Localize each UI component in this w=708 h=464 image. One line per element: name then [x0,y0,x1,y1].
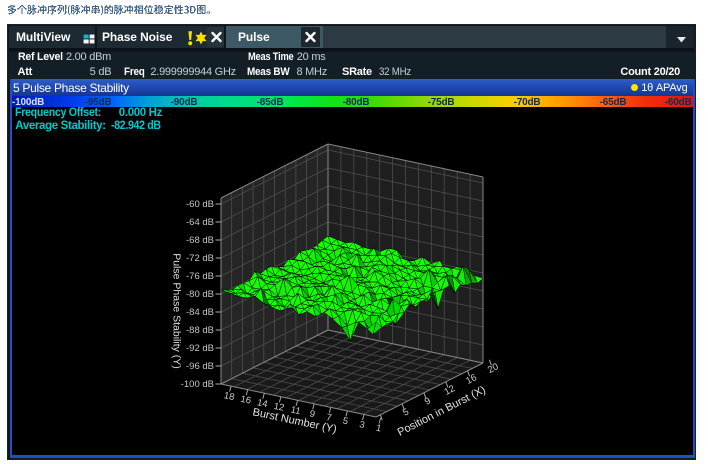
svg-text:18: 18 [223,390,236,403]
svg-text:16: 16 [239,394,252,407]
svg-text:-88 dB: -88 dB [186,325,214,336]
svg-text:5: 5 [342,416,349,428]
svg-text:9: 9 [423,395,433,407]
svg-text:12: 12 [442,383,456,398]
svg-text:3: 3 [358,419,365,431]
svg-text:-84 dB: -84 dB [186,307,214,318]
svg-text:-76 dB: -76 dB [186,271,214,282]
svg-text:1: 1 [375,423,382,435]
svg-text:-80 dB: -80 dB [186,289,214,300]
svg-text:-100 dB: -100 dB [181,379,214,390]
svg-text:-60 dB: -60 dB [186,199,214,210]
svg-text:20: 20 [486,361,500,376]
svg-text:Pulse Phase Stability (Y): Pulse Phase Stability (Y) [171,253,183,369]
svg-text:-72 dB: -72 dB [186,253,214,264]
svg-text:-64 dB: -64 dB [186,217,214,228]
svg-text:-68 dB: -68 dB [186,235,214,246]
svg-text:5: 5 [401,406,411,418]
svg-text:16: 16 [464,372,478,387]
svg-text:-96 dB: -96 dB [186,361,214,372]
svg-text:-92 dB: -92 dB [186,343,214,354]
